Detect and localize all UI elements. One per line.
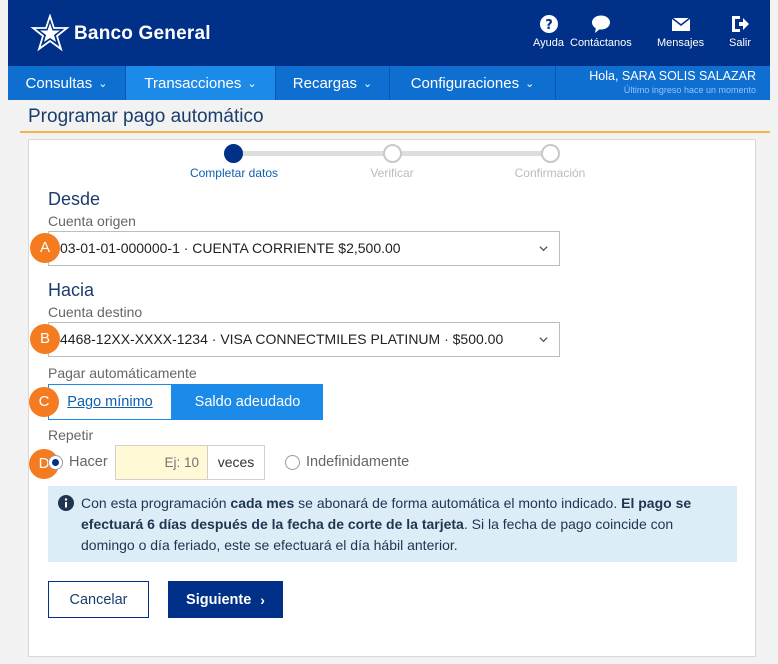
balance-due-option[interactable]: Saldo adeudado [172, 384, 323, 420]
repeat-label: Repetir [48, 427, 94, 443]
step-1-dot [224, 144, 243, 163]
repeat-times-label: Hacer [69, 454, 108, 470]
nav-label: Consultas [25, 74, 93, 92]
title-divider [20, 131, 770, 133]
top-header: Banco General ? Ayuda Contáctanos Mensaj… [8, 0, 770, 66]
page-title: Programar pago automático [28, 106, 264, 127]
annotation-badge-a: A [30, 233, 60, 263]
repeat-times-radio[interactable] [48, 455, 63, 470]
step-2-dot [383, 144, 402, 163]
chevron-down-icon: ⌄ [247, 77, 257, 90]
dest-account-label: Cuenta destino [48, 304, 143, 320]
star-logo-icon [30, 14, 70, 52]
next-label: Siguiente [186, 591, 252, 608]
main-nav: Consultas ⌄ Transacciones ⌄ Recargas ⌄ Conf… [8, 66, 770, 100]
help-button[interactable]: ? Ayuda [533, 14, 564, 49]
svg-text:?: ? [545, 18, 553, 33]
info-icon [58, 495, 74, 511]
info-text: Con esta programación [81, 495, 231, 511]
from-heading: Desde [48, 189, 101, 209]
annotation-badge-b: B [30, 324, 60, 354]
info-bold-frequency: cada mes [230, 495, 295, 511]
chevron-down-icon [539, 337, 548, 343]
nav-label: Transacciones [144, 74, 242, 92]
dest-account-value: 4468-12XX-XXXX-1234 · VISA CONNECTMILES … [60, 331, 504, 347]
auto-pay-toggle: C Pago mínimo Saldo adeudado [29, 384, 323, 420]
dest-account-select[interactable]: 4468-12XX-XXXX-1234 · VISA CONNECTMILES … [30, 322, 560, 357]
repeat-times-unit: veces [207, 445, 265, 480]
chevron-right-icon: › [260, 591, 265, 608]
logout-icon [732, 16, 749, 32]
nav-label: Recargas [292, 74, 357, 92]
cancel-button[interactable]: Cancelar [48, 581, 149, 618]
help-icon: ? [539, 15, 558, 33]
nav-label: Configuraciones [410, 74, 520, 92]
chevron-down-icon: ⌄ [98, 77, 108, 90]
origin-account-value: 03-01-01-000000-1 · CUENTA CORRIENTE $2,… [60, 240, 401, 256]
origin-account-label: Cuenta origen [48, 213, 136, 229]
brand-name: Banco General [74, 23, 211, 44]
stepper-connector [242, 151, 392, 156]
nav-item-recargas[interactable]: Recargas ⌄ [276, 66, 390, 100]
step-1-label: Completar datos [189, 166, 279, 180]
logout-label: Salir [729, 37, 752, 49]
minimum-payment-option[interactable]: Pago mínimo [48, 384, 172, 420]
contact-button[interactable]: Contáctanos [570, 14, 632, 49]
contact-label: Contáctanos [570, 37, 632, 49]
chevron-down-icon: ⌄ [525, 77, 535, 90]
step-3-dot [541, 144, 560, 163]
nav-item-consultas[interactable]: Consultas ⌄ [8, 66, 126, 100]
chevron-down-icon: ⌄ [362, 77, 373, 90]
bank-logo[interactable]: Banco General [30, 14, 211, 54]
repeat-times-input[interactable] [115, 445, 208, 480]
auto-pay-label: Pagar automáticamente [48, 365, 197, 381]
origin-account-select[interactable]: 03-01-01-000000-1 · CUENTA CORRIENTE $2,… [30, 231, 560, 266]
step-2-label: Verificar [370, 166, 414, 180]
last-login: Último ingreso hace un momento [623, 85, 756, 95]
to-heading: Hacia [48, 280, 95, 300]
info-text: se abonará de forma automática el monto … [294, 495, 622, 511]
form-card: Completar datos Verificar Confirmación D… [28, 139, 756, 657]
nav-item-transacciones[interactable]: Transacciones ⌄ [126, 66, 276, 100]
stepper-connector [398, 151, 548, 156]
user-info: Hola, SARA SOLIS SALAZAR Último ingreso … [556, 66, 770, 100]
help-label: Ayuda [533, 37, 564, 49]
logout-button[interactable]: Salir [729, 14, 751, 49]
cancel-label: Cancelar [69, 591, 128, 608]
info-notice: Con esta programación cada mes se abonar… [48, 486, 737, 562]
step-3-label: Confirmación [514, 166, 586, 180]
messages-label: Mensajes [657, 37, 705, 49]
chevron-down-icon [539, 246, 548, 252]
repeat-indefinite-radio[interactable] [285, 455, 300, 470]
user-greeting: Hola, SARA SOLIS SALAZAR [589, 69, 756, 83]
mail-icon [671, 17, 690, 31]
next-button[interactable]: Siguiente › [168, 581, 283, 618]
chat-icon [591, 15, 610, 33]
annotation-badge-c: C [29, 387, 59, 417]
repeat-indefinite-label: Indefinidamente [306, 454, 410, 470]
nav-item-configuraciones[interactable]: Configuraciones ⌄ [390, 66, 556, 100]
messages-button[interactable]: Mensajes [657, 14, 704, 49]
